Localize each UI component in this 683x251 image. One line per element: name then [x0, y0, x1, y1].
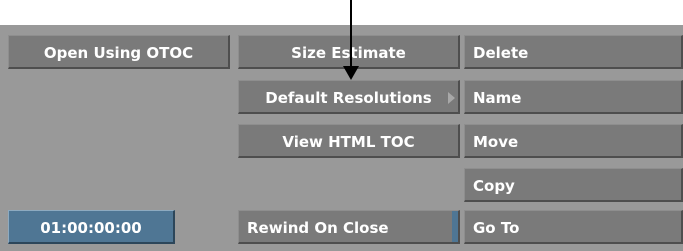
arrow-down-icon	[343, 66, 359, 80]
delete-label: Delete	[473, 44, 529, 62]
rewind-on-close-label: Rewind On Close	[247, 219, 389, 237]
view-html-toc-label: View HTML TOC	[282, 133, 415, 151]
size-estimate-label: Size Estimate	[291, 44, 406, 62]
name-button[interactable]: Name	[464, 80, 683, 114]
go-to-button[interactable]: Go To	[464, 210, 683, 244]
copy-label: Copy	[473, 177, 515, 195]
go-to-label: Go To	[473, 219, 520, 237]
default-resolutions-button[interactable]: Default Resolutions	[238, 80, 460, 114]
open-using-otoc-button[interactable]: Open Using OTOC	[8, 35, 230, 69]
view-html-toc-button[interactable]: View HTML TOC	[238, 124, 460, 158]
file-operations-panel: Open Using OTOC Size Estimate Delete Def…	[0, 25, 683, 251]
delete-button[interactable]: Delete	[464, 35, 683, 69]
move-label: Move	[473, 133, 519, 151]
copy-button[interactable]: Copy	[464, 168, 683, 202]
open-using-otoc-label: Open Using OTOC	[43, 44, 194, 62]
chevron-right-icon	[448, 92, 455, 104]
timecode-value: 01:00:00:00	[40, 219, 142, 237]
size-estimate-button[interactable]: Size Estimate	[238, 35, 460, 69]
name-label: Name	[473, 89, 522, 107]
timecode-field[interactable]: 01:00:00:00	[8, 210, 175, 244]
callout-arrow-shaft	[350, 0, 352, 68]
move-button[interactable]: Move	[464, 124, 683, 158]
rewind-on-close-toggle[interactable]: Rewind On Close	[238, 210, 460, 244]
toggle-indicator	[452, 211, 458, 242]
default-resolutions-label: Default Resolutions	[265, 89, 432, 107]
